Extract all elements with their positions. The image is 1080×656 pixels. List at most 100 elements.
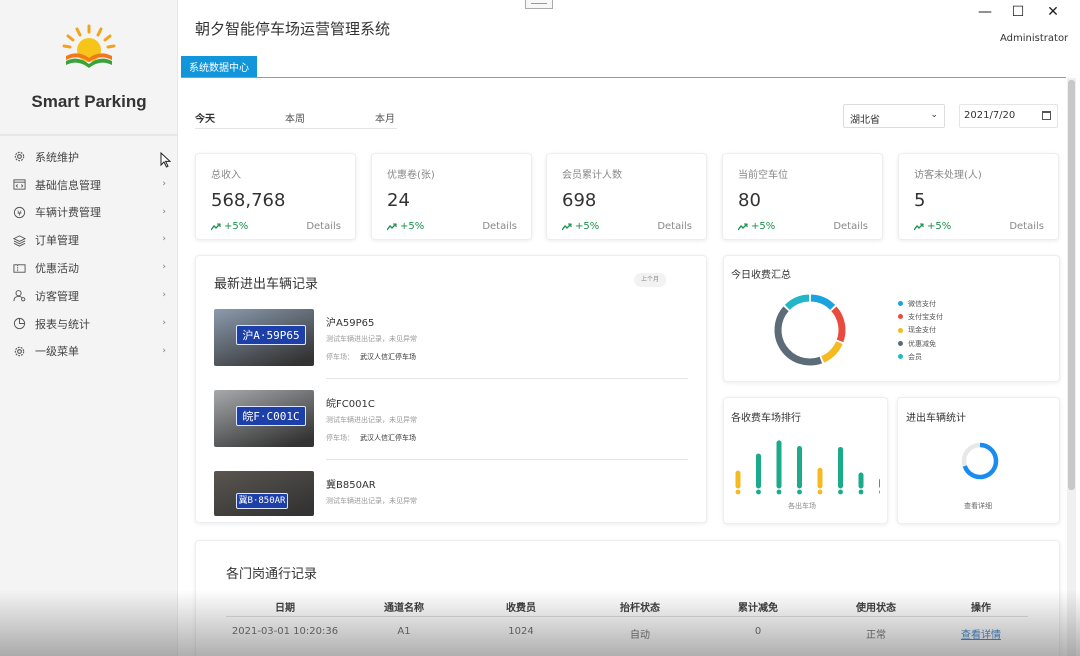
plate-text: 皖F·C001C (236, 406, 306, 426)
legend-label: 现金支付 (908, 326, 936, 335)
bar-dot (817, 489, 823, 495)
view-details-link[interactable]: 查看详情 (961, 626, 1001, 641)
sidebar: Smart Parking 系统维护 基础信息管理 › ¥ 车辆计费管理 › 订单管理 › 优惠… (0, 0, 178, 656)
table-header: 操作 (971, 603, 991, 614)
trend-value: +5% (224, 221, 249, 232)
details-link[interactable]: Details (657, 221, 692, 232)
lot-label: 停车场： (326, 353, 354, 361)
stat-label: 访客未处理(人) (914, 170, 982, 181)
vehicle-plate-photo: 冀B·850AR (214, 471, 314, 516)
tab-data-center[interactable]: 系统数据中心 (181, 56, 257, 77)
sidebar-item-6[interactable]: 访客管理 › (0, 282, 178, 310)
window-drag-handle[interactable] (525, 0, 553, 9)
date-picker[interactable]: 2021/7/20 (959, 104, 1058, 128)
legend-dot (898, 327, 903, 333)
stat-value: 5 (914, 190, 926, 211)
sidebar-item-label: 报表与统计 (35, 317, 90, 331)
sidebar-item-4[interactable]: 订单管理 › (0, 226, 178, 254)
chevron-right-icon: › (162, 262, 166, 273)
legend-dot (898, 314, 903, 320)
donut-slice (774, 306, 823, 366)
sidebar-item-label: 车辆计费管理 (35, 206, 101, 220)
trend-value: +5% (927, 221, 952, 232)
bar-dot (776, 489, 782, 495)
trend-up-icon (914, 222, 924, 230)
sidebar-item-7[interactable]: 报表与统计 › (0, 310, 178, 338)
gate-records-title: 各门岗通行记录 (226, 567, 318, 582)
traffic-detail-link[interactable]: 查看详细 (964, 501, 992, 511)
lot-name: 武汉人信汇停车场 (360, 434, 416, 442)
plate-text: 沪A·59P65 (236, 325, 306, 345)
stat-card: 访客未处理(人) 5 +5% Details (898, 153, 1059, 240)
trend-up-icon (387, 222, 397, 230)
legend-item: 会员 (898, 350, 943, 363)
ticket-icon (12, 261, 26, 275)
table-header: 日期 (275, 603, 295, 614)
legend-item: 支付宝支付 (898, 310, 943, 323)
stat-card: 当前空车位 80 +5% Details (722, 153, 883, 240)
legend-item: 微信支付 (898, 297, 943, 310)
tab-divider (181, 77, 1066, 78)
gear-icon (12, 344, 26, 358)
vehicle-plate-photo: 皖F·C001C (214, 390, 314, 447)
layers-icon (12, 233, 26, 247)
period-tab-month[interactable]: 本月 (375, 110, 395, 125)
fee-donut-chart (774, 294, 846, 366)
chevron-right-icon: › (162, 289, 166, 300)
trend-value: +5% (575, 221, 600, 232)
sidebar-item-label: 订单管理 (35, 234, 79, 248)
record-lot: 停车场： 武汉人信汇停车场 (326, 352, 416, 362)
period-tab-today[interactable]: 今天 (195, 110, 215, 125)
vertical-scrollbar[interactable] (1067, 78, 1076, 656)
chevron-down-icon: ⌄ (930, 110, 938, 120)
chevron-right-icon: › (162, 234, 166, 245)
close-button[interactable]: ✕ (1043, 3, 1063, 21)
province-select[interactable]: 湖北省 ⌄ (843, 104, 945, 128)
legend-label: 支付宝支付 (908, 312, 943, 321)
date-value: 2021/7/20 (964, 110, 1016, 121)
brand-name: Smart Parking (31, 92, 147, 111)
scrollbar-thumb[interactable] (1068, 80, 1075, 490)
bar-dot (756, 489, 761, 495)
traffic-title: 进出车辆统计 (906, 413, 966, 424)
sidebar-item-3[interactable]: ¥ 车辆计费管理 › (0, 199, 178, 227)
stat-trend: +5% (387, 221, 424, 232)
sidebar-item-8[interactable]: 一级菜单 › (0, 338, 178, 366)
table-header-divider (226, 616, 1028, 617)
sun-book-logo (62, 24, 116, 68)
chevron-right-icon: › (162, 345, 166, 356)
records-title: 最新进出车辆记录 (214, 277, 319, 292)
sidebar-item-1[interactable]: 系统维护 (0, 143, 178, 171)
menu-divider (0, 134, 178, 136)
ranking-caption: 各出车场 (788, 502, 816, 510)
stat-trend: +5% (914, 221, 951, 232)
stat-trend: +5% (211, 221, 248, 232)
chevron-right-icon: › (162, 178, 166, 189)
details-link[interactable]: Details (482, 221, 517, 232)
ranking-bar-chart (735, 440, 880, 495)
user-name[interactable]: Administrator (1000, 33, 1068, 44)
details-link[interactable]: Details (306, 221, 341, 232)
period-tab-week[interactable]: 本周 (285, 110, 305, 125)
sidebar-item-label: 系统维护 (35, 150, 79, 164)
sidebar-item-5[interactable]: 优惠活动 › (0, 254, 178, 282)
sidebar-item-label: 一级菜单 (35, 345, 79, 359)
record-lot (326, 514, 332, 522)
maximize-button[interactable]: ☐ (1008, 3, 1028, 21)
last-month-badge[interactable]: 上个月 (634, 273, 666, 287)
legend-dot (898, 301, 903, 307)
table-cell: A1 (397, 626, 411, 637)
record-item[interactable]: 冀B·850AR 冀B850AR 测试车辆进出记录，未见异常 (214, 471, 694, 531)
details-link[interactable]: Details (833, 221, 868, 232)
record-item[interactable]: 沪A·59P65 沪A59P65 测试车辆进出记录，未见异常 停车场： 武汉人信汇… (214, 309, 694, 369)
stat-label: 总收入 (211, 170, 241, 181)
fee-summary-title: 今日收费汇总 (731, 270, 791, 281)
details-link[interactable]: Details (1009, 221, 1044, 232)
record-item[interactable]: 皖F·C001C 皖FC001C 测试车辆进出记录，未见异常 停车场： 武汉人信汇… (214, 390, 694, 450)
visitor-icon (12, 289, 26, 303)
period-tabs-underline (195, 128, 397, 129)
minimize-button[interactable]: — (975, 3, 995, 21)
legend-dot (898, 354, 903, 360)
sidebar-item-2[interactable]: 基础信息管理 › (0, 171, 178, 199)
record-desc: 测试车辆进出记录，未见异常 (326, 335, 417, 343)
